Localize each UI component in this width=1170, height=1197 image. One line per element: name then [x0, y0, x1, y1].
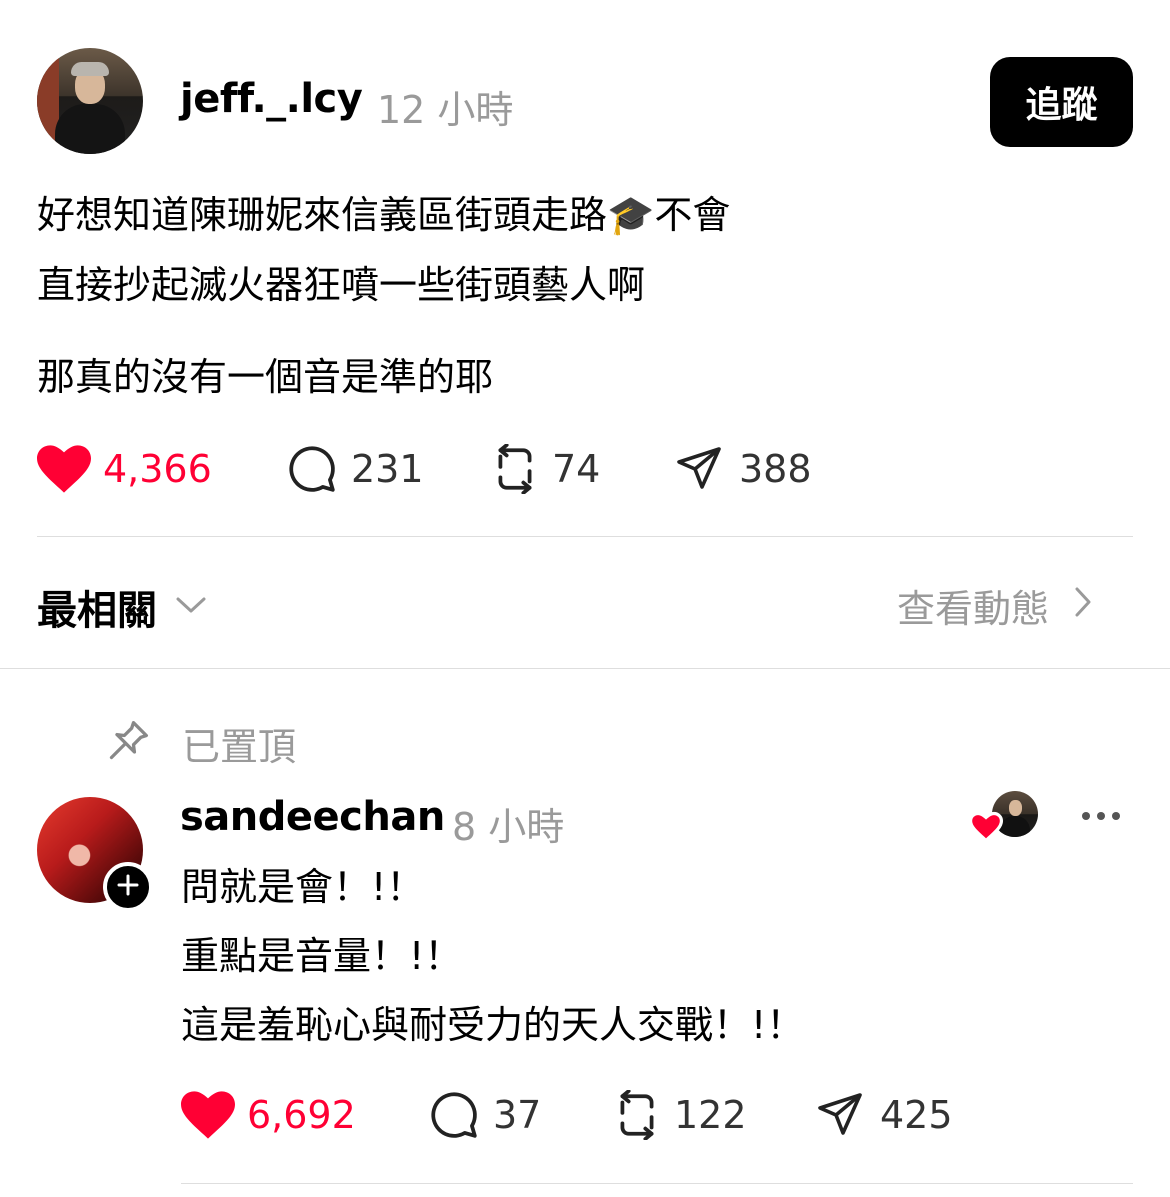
section-divider	[0, 668, 1170, 669]
reply-share-count: 425	[880, 1093, 953, 1137]
heart-icon	[181, 1091, 235, 1139]
chevron-right-icon	[1073, 584, 1093, 628]
repost-icon	[612, 1090, 662, 1140]
follow-button[interactable]: 追蹤	[990, 57, 1133, 147]
post-comment-count: 231	[351, 447, 424, 491]
post-author-avatar[interactable]	[37, 48, 143, 154]
reply-timestamp: 8 小時	[452, 805, 565, 849]
post-like-button[interactable]: 4,366	[37, 443, 212, 495]
post-body-line-2: 直接抄起滅火器狂噴一些街頭藝人啊	[37, 263, 646, 307]
reply-repost-button[interactable]: 122	[612, 1089, 747, 1141]
comment-icon	[287, 444, 337, 494]
author-liked-heart-icon	[968, 810, 1004, 848]
sort-dropdown[interactable]: 最相關	[37, 578, 207, 636]
post-share-count: 388	[739, 447, 812, 491]
follow-plus-button[interactable]	[103, 862, 153, 912]
share-icon	[816, 1091, 864, 1139]
reply-comment-count: 37	[493, 1093, 542, 1137]
post-comment-button[interactable]: 231	[287, 443, 424, 495]
heart-icon	[37, 445, 91, 493]
reply-like-count: 6,692	[247, 1093, 356, 1137]
reply-author-username[interactable]: sandeechan	[180, 794, 445, 840]
reply-comment-button[interactable]: 37	[429, 1089, 541, 1141]
divider	[37, 536, 1133, 537]
sort-label: 最相關	[37, 588, 157, 634]
post-share-button[interactable]: 388	[675, 443, 812, 495]
plus-icon	[116, 873, 140, 901]
reply-repost-count: 122	[674, 1093, 747, 1137]
pin-icon	[106, 718, 150, 768]
chevron-down-icon	[175, 595, 207, 619]
reply-body-line-3: 這是羞恥心與耐受力的天人交戰！!！	[181, 1003, 805, 1047]
post-like-count: 4,366	[103, 447, 212, 491]
comment-icon	[429, 1090, 479, 1140]
post-repost-button[interactable]: 74	[490, 443, 600, 495]
share-icon	[675, 445, 723, 493]
more-icon[interactable]	[1079, 804, 1123, 832]
reply-body-line-1: 問就是會！!！	[181, 865, 425, 909]
repost-icon	[490, 444, 540, 494]
post-timestamp: 12 小時	[377, 88, 514, 132]
reply-like-button[interactable]: 6,692	[181, 1089, 356, 1141]
view-activity-label: 查看動態	[897, 587, 1050, 631]
reply-divider	[181, 1183, 1133, 1184]
post-repost-count: 74	[552, 447, 601, 491]
view-activity-link[interactable]: 查看動態	[897, 578, 1093, 633]
pinned-label: 已置頂	[182, 725, 297, 769]
post-body-line-3: 那真的沒有一個音是準的耶	[37, 355, 494, 399]
reply-share-button[interactable]: 425	[816, 1089, 953, 1141]
post-author-username[interactable]: jeff._.lcy	[180, 76, 363, 122]
reply-body-line-2: 重點是音量！!！	[181, 934, 463, 978]
post-body-line-1: 好想知道陳珊妮來信義區街頭走路🎓不會	[37, 193, 731, 237]
